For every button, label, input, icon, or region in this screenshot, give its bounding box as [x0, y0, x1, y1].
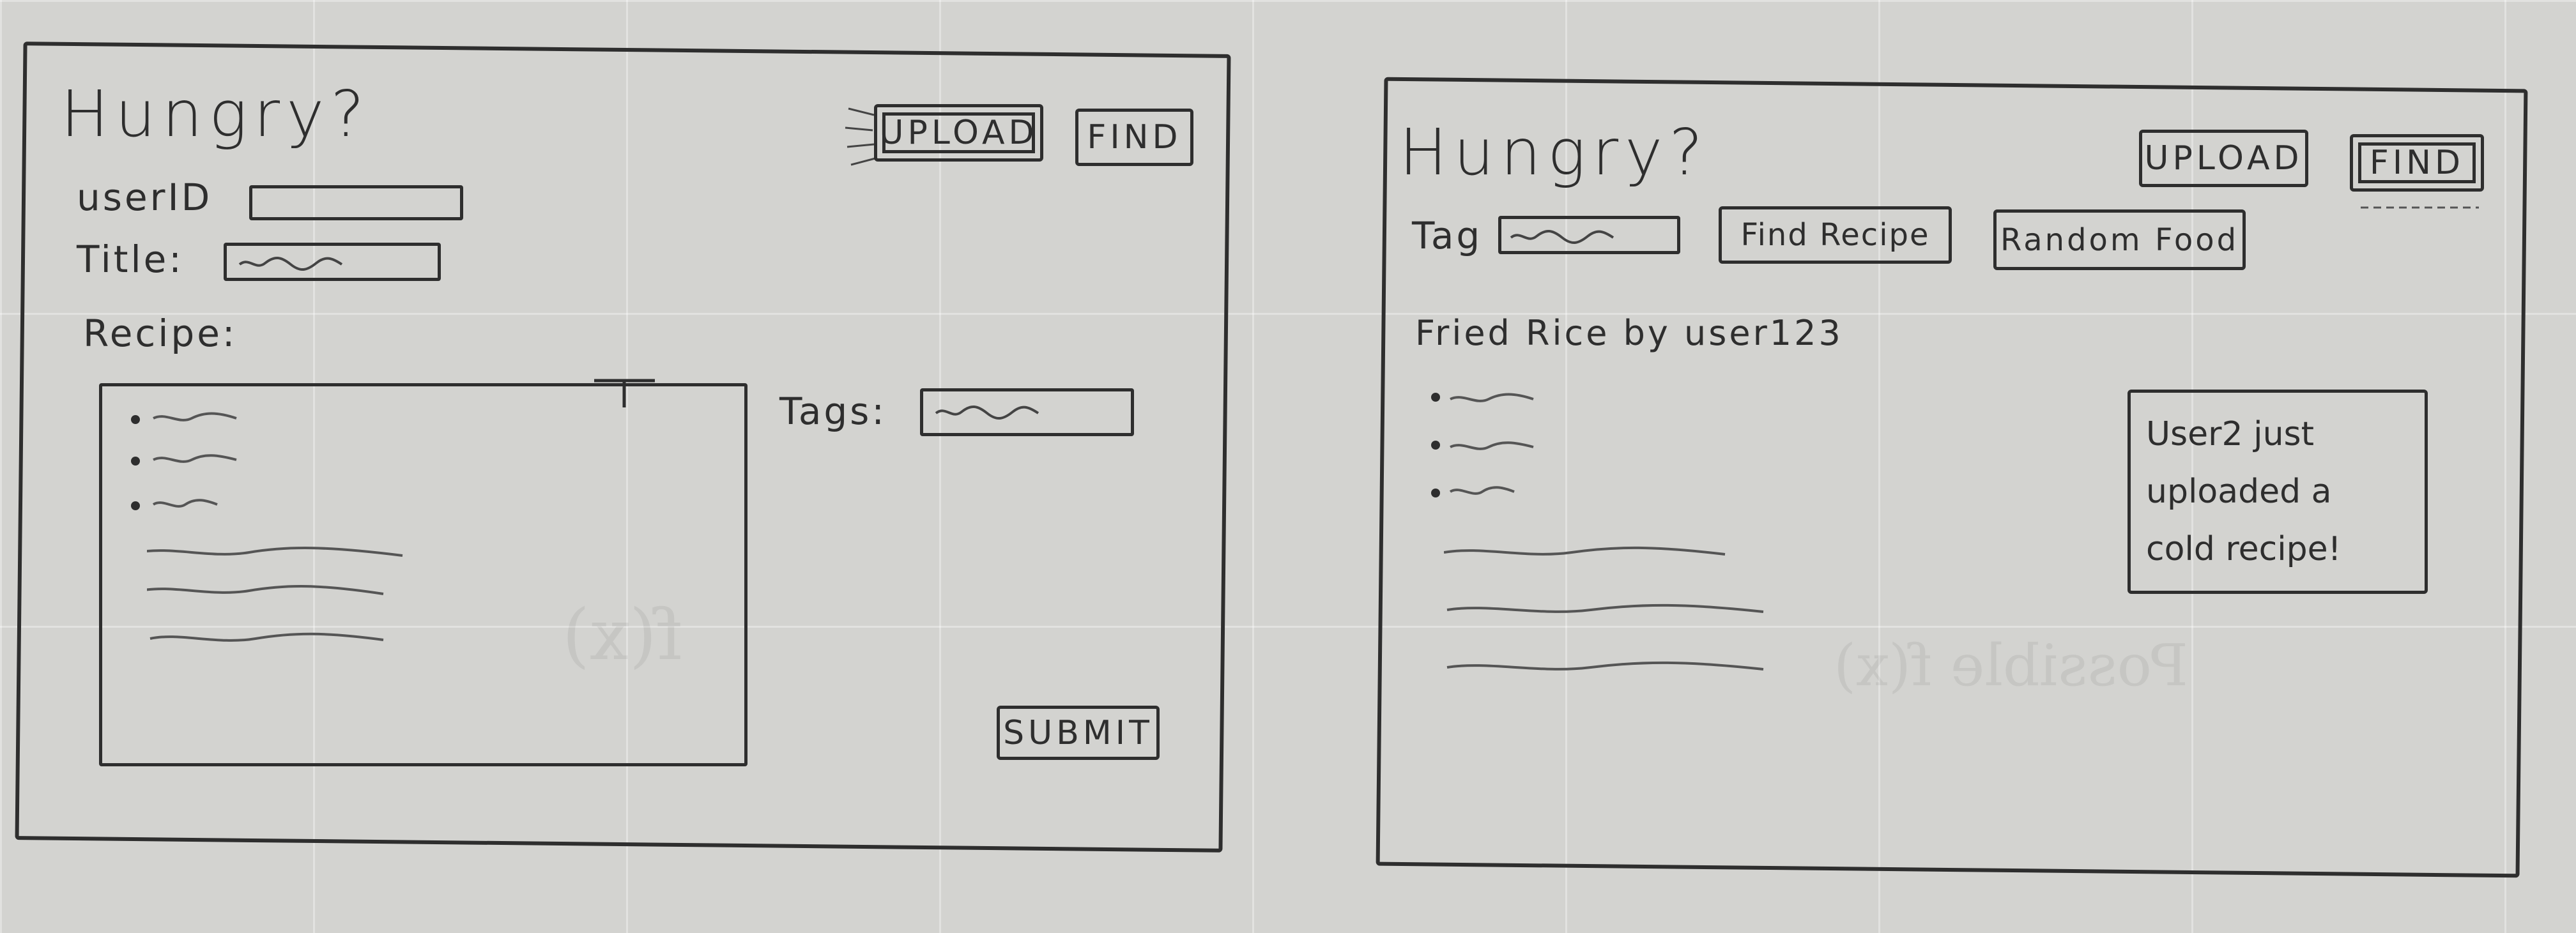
- nav-find-button[interactable]: FIND: [1075, 109, 1193, 166]
- result-bullet-2: [1431, 441, 1440, 450]
- recipe-bullet-1: [131, 415, 140, 424]
- tag-input[interactable]: [1498, 216, 1680, 254]
- random-food-button[interactable]: Random Food: [1993, 209, 2246, 270]
- submit-button[interactable]: SUBMIT: [997, 706, 1160, 760]
- result-bullet-3: [1431, 489, 1440, 497]
- recipe-label: Recipe:: [83, 312, 238, 355]
- title-input[interactable]: [224, 243, 441, 281]
- nav-upload-button[interactable]: UPLOAD: [874, 104, 1043, 162]
- upload-notification-card: User2 just uploaded a cold recipe!: [2128, 390, 2428, 594]
- user-id-input[interactable]: [249, 185, 463, 220]
- upload-page-title: Hungry?: [61, 77, 371, 151]
- title-label: Title:: [77, 238, 184, 281]
- find-page-title: Hungry?: [1399, 115, 1710, 190]
- recipe-heading: Fried Rice by user123: [1415, 313, 1843, 353]
- user-id-label: userID: [77, 176, 213, 219]
- recipe-bullet-3: [131, 501, 140, 510]
- tags-input[interactable]: [920, 388, 1134, 436]
- tag-label: Tag: [1412, 214, 1483, 257]
- recipe-bullet-2: [131, 457, 140, 466]
- nav-upload-button-find[interactable]: UPLOAD: [2139, 130, 2308, 187]
- tags-label: Tags:: [779, 390, 887, 433]
- nav-find-button-find[interactable]: FIND: [2350, 134, 2484, 192]
- result-bullet-1: [1431, 393, 1440, 402]
- recipe-textarea[interactable]: [99, 383, 747, 766]
- find-recipe-button[interactable]: Find Recipe: [1719, 206, 1952, 264]
- notification-text: User2 just uploaded a cold recipe!: [2146, 415, 2342, 568]
